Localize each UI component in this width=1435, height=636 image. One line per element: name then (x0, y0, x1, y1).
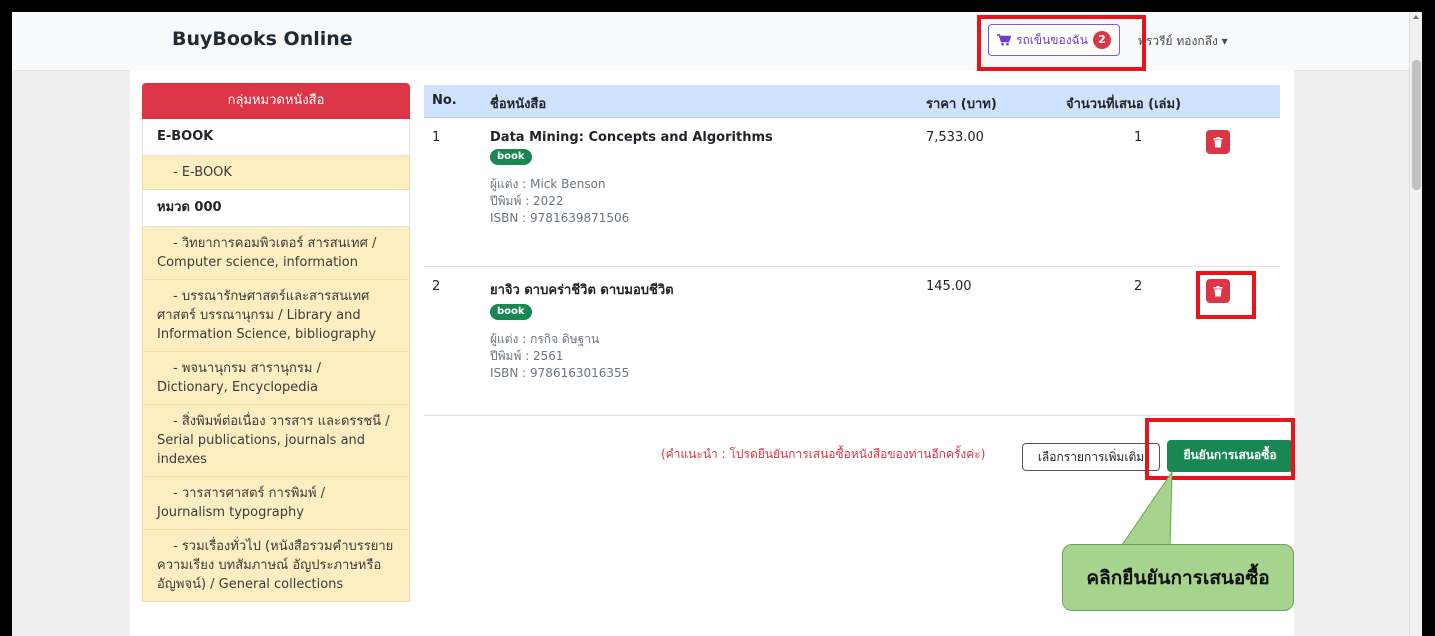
table-header: No. ชื่อหนังสือ ราคา (บาท) จำนวนที่เสนอ … (424, 85, 1280, 118)
book-title: Data Mining: Concepts and Algorithms (490, 130, 773, 145)
book-author: ผู้แต่ง : Mick Benson (490, 177, 606, 191)
col-title: ชื่อหนังสือ (490, 97, 547, 112)
brand-logo[interactable]: BuyBooks Online (172, 28, 353, 50)
row-no: 1 (432, 130, 441, 145)
scroll-up-arrow-icon[interactable] (1413, 15, 1419, 19)
user-name: พรวรีย์ ทองกลึง (1138, 34, 1218, 48)
navbar: BuyBooks Online รถเข็นของฉัน 2 พรวรีย์ ท… (12, 12, 1409, 71)
book-author: ผู้แต่ง : กรกิจ ดิษฐาน (490, 332, 600, 346)
col-price: ราคา (บาท) (926, 97, 997, 112)
sidebar-item[interactable]: - รวมเรื่องทั่วไป (หนังสือรวมคำบรรยาย คว… (142, 530, 410, 602)
sidebar-group-000[interactable]: หมวด 000 (142, 190, 410, 227)
row-no: 2 (432, 279, 441, 294)
callout-pointer (1119, 470, 1173, 549)
book-price: 7,533.00 (926, 130, 984, 145)
book-year: ปีพิมพ์ : 2561 (490, 349, 564, 363)
book-qty: 1 (1134, 130, 1143, 145)
category-sidebar: กลุ่มหมวดหนังสือ E-BOOK - E-BOOK หมวด 00… (142, 83, 410, 602)
table-row: 1 Data Mining: Concepts and Algorithms b… (424, 118, 1280, 267)
vertical-scrollbar[interactable] (1409, 12, 1422, 636)
book-year: ปีพิมพ์ : 2022 (490, 194, 564, 208)
cart-table: No. ชื่อหนังสือ ราคา (บาท) จำนวนที่เสนอ … (424, 85, 1280, 416)
sidebar-item[interactable]: - วารสารศาสตร์ การพิมพ์ / Journalism typ… (142, 477, 410, 530)
instruction-callout: คลิกยืนยันการเสนอซื้อ (1062, 544, 1294, 611)
delete-button[interactable] (1206, 130, 1230, 154)
cart-count-badge: 2 (1092, 31, 1111, 49)
scroll-thumb[interactable] (1412, 60, 1421, 190)
type-badge: book (490, 304, 532, 320)
trash-icon (1213, 136, 1223, 147)
sidebar-header: กลุ่มหมวดหนังสือ (142, 83, 410, 119)
type-badge: book (490, 149, 532, 165)
browser-viewport: BuyBooks Online รถเข็นของฉัน 2 พรวรีย์ ท… (12, 12, 1422, 636)
book-isbn: ISBN : 9786163016355 (490, 366, 630, 380)
sidebar-item[interactable]: - สิ่งพิมพ์ต่อเนื่อง วารสาร และดรรชนี / … (142, 405, 410, 477)
table-row: 2 ยาจิว ดาบคร่าชีวิต ดาบมอบชีวิต book ผู… (424, 267, 1280, 416)
book-price: 145.00 (926, 279, 972, 294)
col-no: No. (432, 93, 457, 108)
book-title: ยาจิว ดาบคร่าชีวิต ดาบมอบชีวิต (490, 283, 674, 298)
delete-button[interactable] (1206, 279, 1230, 303)
callout-text: คลิกยืนยันการเสนอซื้อ (1086, 566, 1270, 589)
trash-icon (1213, 285, 1223, 296)
sidebar-item-ebook[interactable]: - E-BOOK (142, 156, 410, 190)
book-isbn: ISBN : 9781639871506 (490, 211, 630, 225)
cart-label: รถเข็นของฉัน (1016, 32, 1088, 47)
confirm-hint: (คำแนะนำ : โปรดยืนยันการเสนอซื้อหนังสือข… (661, 447, 986, 461)
cart-button[interactable]: รถเข็นของฉัน 2 (988, 24, 1120, 56)
sidebar-item[interactable]: - พจนานุกรม สารานุกรม / Dictionary, Ency… (142, 352, 410, 405)
select-more-button[interactable]: เลือกรายการเพิ่มเติม (1022, 443, 1160, 471)
sidebar-item[interactable]: - วิทยาการคอมพิวเตอร์ สารสนเทศ / Compute… (142, 227, 410, 280)
cart-icon (997, 34, 1012, 46)
sidebar-item[interactable]: - บรรณารักษศาสตร์และสารสนเทศศาสตร์ บรรณา… (142, 280, 410, 352)
caret-down-icon: ▾ (1221, 34, 1228, 48)
sidebar-group-ebook[interactable]: E-BOOK (142, 119, 410, 156)
user-menu[interactable]: พรวรีย์ ทองกลึง ▾ (1138, 32, 1228, 51)
confirm-purchase-button[interactable]: ยืนยันการเสนอซื้อ (1167, 440, 1293, 472)
book-qty: 2 (1134, 279, 1143, 294)
col-qty: จำนวนที่เสนอ (เล่ม) (1066, 97, 1182, 112)
